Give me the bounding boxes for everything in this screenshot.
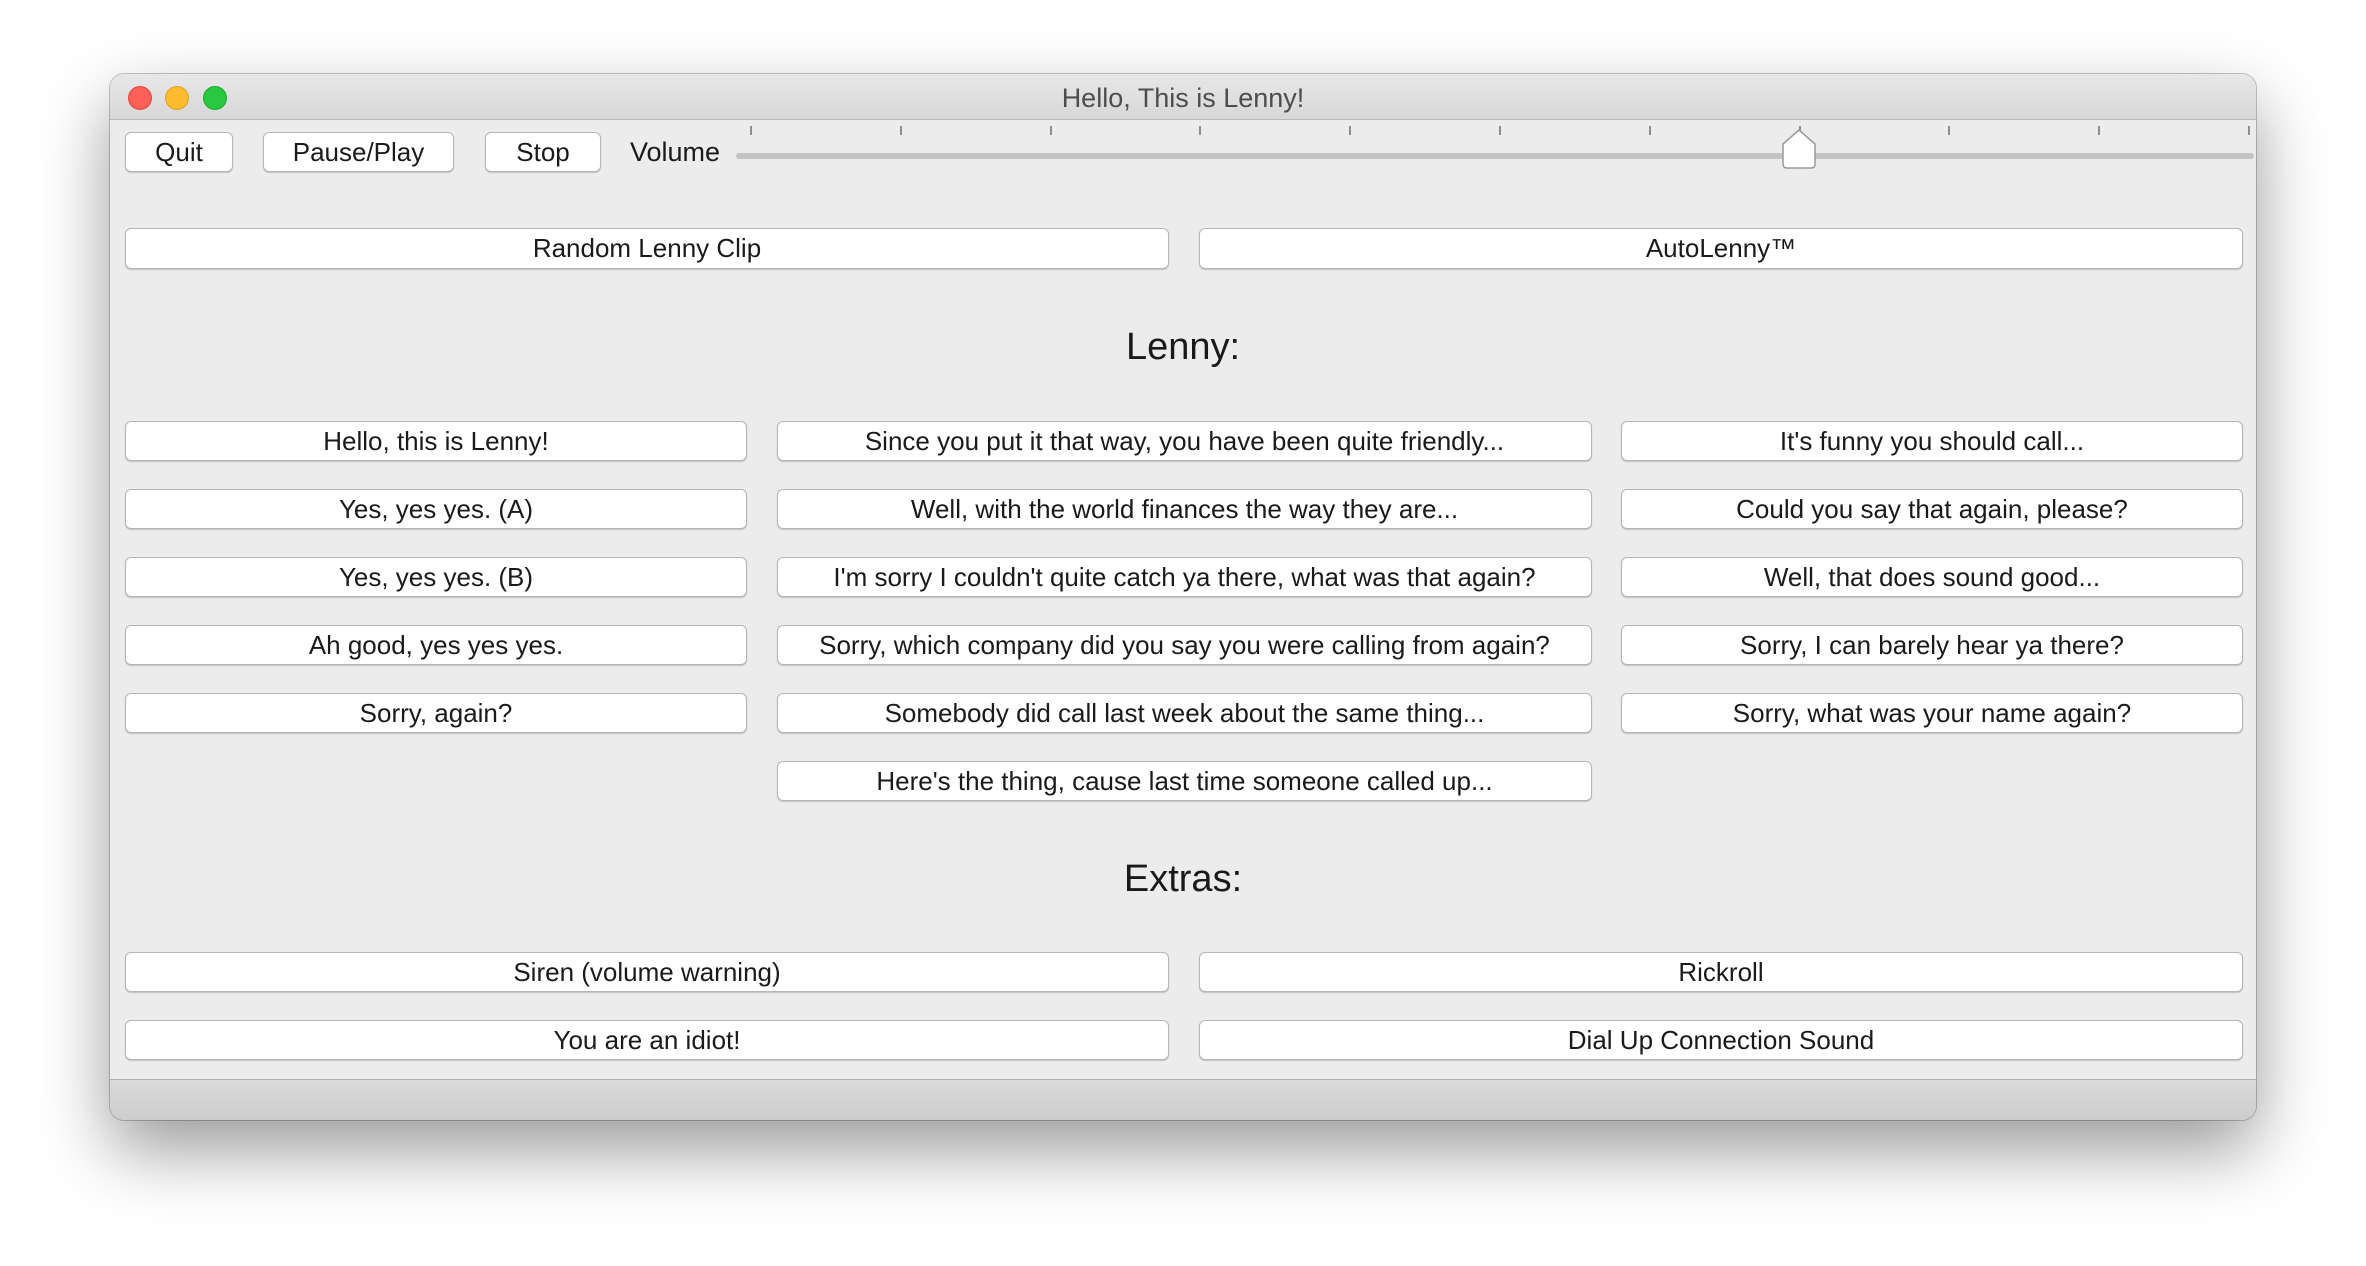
- volume-slider-tick: [2098, 126, 2101, 135]
- lenny-clip-button[interactable]: Well, that does sound good...: [1621, 557, 2243, 597]
- stop-button[interactable]: Stop: [485, 132, 601, 172]
- lenny-clip-button[interactable]: Somebody did call last week about the sa…: [777, 693, 1592, 733]
- lenny-clip-button[interactable]: Could you say that again, please?: [1621, 489, 2243, 529]
- quit-button[interactable]: Quit: [125, 132, 233, 172]
- lenny-clip-button[interactable]: Sorry, which company did you say you wer…: [777, 625, 1592, 665]
- lenny-clip-button[interactable]: I'm sorry I couldn't quite catch ya ther…: [777, 557, 1592, 597]
- volume-slider-track[interactable]: [736, 153, 2254, 159]
- random-lenny-clip-button[interactable]: Random Lenny Clip: [125, 228, 1169, 269]
- lenny-clip-button[interactable]: It's funny you should call...: [1621, 421, 2243, 461]
- volume-slider-tick: [2248, 126, 2250, 135]
- lenny-clip-button[interactable]: Sorry, again?: [125, 693, 747, 733]
- lenny-clip-button[interactable]: Yes, yes yes. (A): [125, 489, 747, 529]
- volume-slider-tick: [750, 126, 752, 135]
- status-bar: [110, 1079, 2256, 1120]
- volume-slider[interactable]: [736, 74, 2254, 169]
- lenny-clip-button[interactable]: Ah good, yes yes yes.: [125, 625, 747, 665]
- extras-heading: Extras:: [1123, 858, 1243, 900]
- lenny-heading: Lenny:: [1125, 326, 1241, 368]
- rickroll-button[interactable]: Rickroll: [1199, 952, 2243, 992]
- siren-button[interactable]: Siren (volume warning): [125, 952, 1169, 992]
- pause-play-button[interactable]: Pause/Play: [263, 132, 454, 172]
- lenny-clip-button[interactable]: Well, with the world finances the way th…: [777, 489, 1592, 529]
- volume-slider-thumb[interactable]: [1781, 129, 1816, 169]
- volume-slider-tick: [1049, 126, 1052, 135]
- lenny-clip-button[interactable]: Sorry, I can barely hear ya there?: [1621, 625, 2243, 665]
- lenny-clip-button[interactable]: Here's the thing, cause last time someon…: [777, 761, 1592, 801]
- lenny-clip-button[interactable]: Sorry, what was your name again?: [1621, 693, 2243, 733]
- lenny-clip-button[interactable]: Since you put it that way, you have been…: [777, 421, 1592, 461]
- volume-slider-tick: [1349, 126, 1352, 135]
- volume-slider-tick: [899, 126, 902, 135]
- app-window: Hello, This is Lenny! Quit Pause/Play St…: [110, 74, 2256, 1120]
- volume-slider-tick: [1499, 126, 1501, 135]
- lenny-clip-button[interactable]: Yes, yes yes. (B): [125, 557, 747, 597]
- autolenny-button[interactable]: AutoLenny™: [1199, 228, 2243, 269]
- volume-label: Volume: [630, 137, 721, 167]
- lenny-clip-button[interactable]: Hello, this is Lenny!: [125, 421, 747, 461]
- dial-up-sound-button[interactable]: Dial Up Connection Sound: [1199, 1020, 2243, 1060]
- volume-slider-tick: [1199, 126, 1202, 135]
- you-are-an-idiot-button[interactable]: You are an idiot!: [125, 1020, 1169, 1060]
- volume-slider-tick: [1948, 126, 1951, 135]
- volume-slider-tick: [1648, 126, 1651, 135]
